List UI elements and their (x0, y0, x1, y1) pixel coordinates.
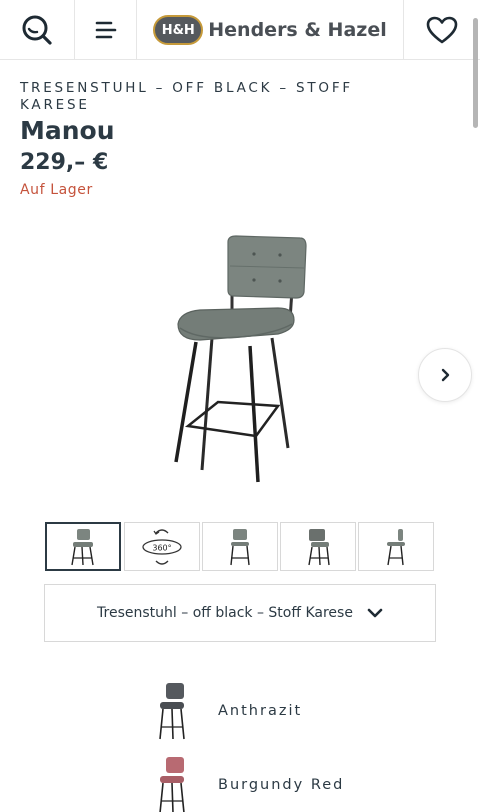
stool-thumbnail-icon (230, 528, 250, 565)
menu-button[interactable] (75, 0, 137, 60)
thumbnail-5[interactable] (358, 522, 434, 571)
stock-status: Auf Lager (20, 182, 93, 198)
color-option-label: Burgundy Red (218, 777, 345, 793)
site-header: H&H Henders & Hazel (0, 0, 480, 60)
thumbnail-360[interactable]: 360° (124, 522, 200, 571)
chevron-right-icon (441, 368, 450, 382)
heart-icon (426, 16, 458, 44)
product-title: Manou (20, 116, 115, 145)
color-swatch-image (150, 679, 194, 743)
thumbnail-4[interactable] (280, 522, 356, 571)
stool-thumbnail-icon (71, 528, 94, 565)
thumbnail-1[interactable] (45, 522, 121, 571)
stool-thumbnail-icon (308, 528, 330, 565)
rotate-360-icon: 360° (142, 528, 182, 565)
color-option-anthrazit[interactable]: Anthrazit (150, 679, 410, 743)
variant-select-label: Tresenstuhl – off black – Stoff Karese (97, 605, 353, 621)
variant-select[interactable]: Tresenstuhl – off black – Stoff Karese (44, 584, 436, 642)
menu-icon (95, 21, 116, 39)
product-main-image[interactable] (160, 230, 320, 490)
brand-logo[interactable]: H&H Henders & Hazel (137, 0, 404, 60)
color-swatch-image (150, 753, 194, 812)
bar-stool-image (174, 235, 307, 483)
product-subtitle: TRESENSTUHL – OFF BLACK – STOFF KARESE (20, 80, 353, 113)
chevron-down-icon (367, 607, 383, 619)
color-option-label: Anthrazit (218, 703, 303, 719)
product-price: 229,– € (20, 150, 109, 175)
search-icon (22, 15, 52, 45)
thumbnail-3[interactable] (202, 522, 278, 571)
logo-badge: H&H (153, 15, 204, 45)
scrollbar[interactable] (473, 18, 478, 128)
search-button[interactable] (0, 0, 75, 60)
color-option-burgundy-red[interactable]: Burgundy Red (150, 753, 410, 812)
wishlist-button[interactable] (404, 0, 480, 60)
logo-text: Henders & Hazel (208, 19, 387, 41)
svg-text:360°: 360° (152, 543, 171, 552)
stool-thumbnail-icon (387, 528, 405, 565)
next-image-button[interactable] (418, 348, 472, 402)
